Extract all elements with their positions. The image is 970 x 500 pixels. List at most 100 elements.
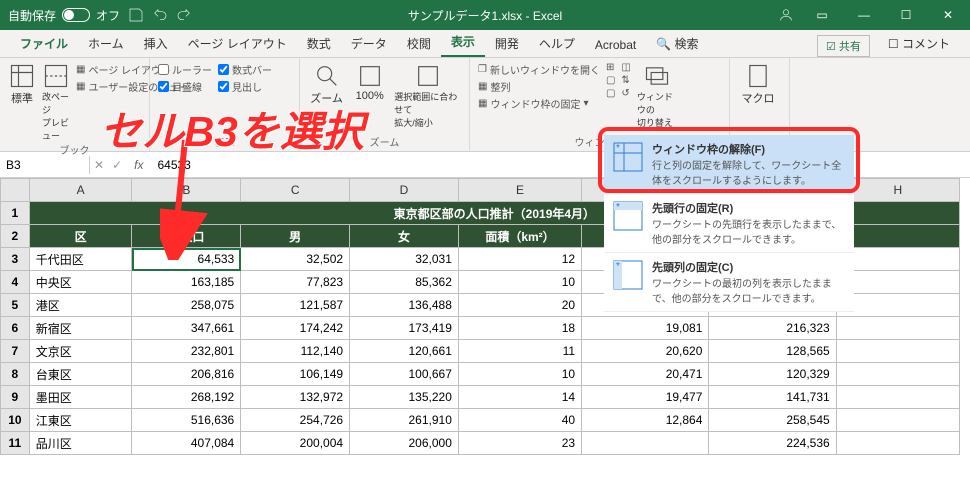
undo-icon[interactable] <box>152 7 168 23</box>
page-break-button[interactable]: 改ページ プレビュー <box>42 62 70 142</box>
cell[interactable]: 261,910 <box>350 409 459 432</box>
cell[interactable]: 254,726 <box>241 409 350 432</box>
col-header[interactable]: A <box>29 179 132 202</box>
reset-window-button[interactable]: ↺ <box>621 88 630 99</box>
cell[interactable]: 19,081 <box>582 317 709 340</box>
close-button[interactable]: ✕ <box>934 8 962 22</box>
cell[interactable]: 200,004 <box>241 432 350 455</box>
new-window-button[interactable]: ❐ 新しいウィンドウを開く <box>478 62 600 77</box>
formula-bar-check[interactable]: 数式バー <box>218 62 272 77</box>
cell[interactable]: 64,533 <box>132 248 241 271</box>
cell[interactable]: 40 <box>458 409 581 432</box>
header-blank[interactable] <box>836 225 959 248</box>
user-icon[interactable] <box>778 7 794 23</box>
tab-help[interactable]: ヘルプ <box>529 30 585 57</box>
tab-developer[interactable]: 開発 <box>485 30 529 57</box>
cell[interactable]: 20,620 <box>582 340 709 363</box>
col-header[interactable]: H <box>836 179 959 202</box>
cell[interactable]: 品川区 <box>29 432 132 455</box>
cell[interactable]: 20,471 <box>582 363 709 386</box>
cell[interactable]: 千代田区 <box>29 248 132 271</box>
tab-search[interactable]: 🔍 検索 <box>646 30 708 57</box>
unhide-button[interactable]: ▢ <box>606 88 615 99</box>
tab-home[interactable]: ホーム <box>78 30 134 57</box>
col-header[interactable]: D <box>350 179 459 202</box>
row-header[interactable]: 7 <box>1 340 30 363</box>
cell[interactable]: 136,488 <box>350 294 459 317</box>
autosave-toggle[interactable]: 自動保存 オフ <box>8 7 120 24</box>
tab-acrobat[interactable]: Acrobat <box>585 33 646 57</box>
cell[interactable] <box>836 317 959 340</box>
cell[interactable]: 141,731 <box>709 386 836 409</box>
tab-page-layout[interactable]: ページ レイアウト <box>178 30 297 57</box>
hide-button[interactable]: ▢ <box>606 75 615 86</box>
col-header[interactable]: E <box>458 179 581 202</box>
cell[interactable]: 112,140 <box>241 340 350 363</box>
cell[interactable]: 文京区 <box>29 340 132 363</box>
cell[interactable]: 407,084 <box>132 432 241 455</box>
cell[interactable]: 106,149 <box>241 363 350 386</box>
col-header[interactable]: C <box>241 179 350 202</box>
row-header[interactable]: 4 <box>1 271 30 294</box>
cell[interactable] <box>836 386 959 409</box>
macro-button[interactable]: マクロ <box>738 62 778 106</box>
cell[interactable]: 10 <box>458 271 581 294</box>
cell[interactable]: 224,536 <box>709 432 836 455</box>
zoom-selection-button[interactable]: 選択範囲に合わせて 拡大/縮小 <box>394 62 461 129</box>
cell[interactable] <box>836 248 959 271</box>
cell[interactable]: 新宿区 <box>29 317 132 340</box>
row-header[interactable]: 8 <box>1 363 30 386</box>
switch-window-button[interactable]: ウィンドウの 切り替え <box>637 62 677 129</box>
ruler-check[interactable]: ルーラー <box>158 62 212 77</box>
zoom-100-button[interactable]: 100% <box>351 62 388 102</box>
cell[interactable]: 台東区 <box>29 363 132 386</box>
cell[interactable]: 128,565 <box>709 340 836 363</box>
tab-data[interactable]: データ <box>341 30 397 57</box>
cell[interactable]: 19,477 <box>582 386 709 409</box>
cell[interactable]: 墨田区 <box>29 386 132 409</box>
cell[interactable]: 12,864 <box>582 409 709 432</box>
row-header[interactable]: 2 <box>1 225 30 248</box>
row-header[interactable]: 5 <box>1 294 30 317</box>
cell[interactable]: 268,192 <box>132 386 241 409</box>
split-button[interactable]: ⊞ <box>606 62 615 73</box>
unfreeze-panes-item[interactable]: * ウィンドウ枠の解除(F) 行と列の固定を解除して、ワークシート全体をスクロー… <box>604 135 854 194</box>
cell[interactable]: 77,823 <box>241 271 350 294</box>
cell[interactable]: 173,419 <box>350 317 459 340</box>
name-box[interactable]: B3 <box>0 156 90 174</box>
header-ward[interactable]: 区 <box>29 225 132 248</box>
cell[interactable]: 85,362 <box>350 271 459 294</box>
row-header[interactable]: 11 <box>1 432 30 455</box>
tab-file[interactable]: ファイル <box>10 30 78 57</box>
cell[interactable] <box>836 294 959 317</box>
freeze-top-row-item[interactable]: * 先頭行の固定(R) ワークシートの先頭行を表示したままで、他の部分をスクロー… <box>604 194 854 253</box>
header-female[interactable]: 女 <box>350 225 459 248</box>
cell[interactable]: 港区 <box>29 294 132 317</box>
cell[interactable] <box>836 363 959 386</box>
cell[interactable]: 347,661 <box>132 317 241 340</box>
cell[interactable] <box>582 432 709 455</box>
enter-icon[interactable]: ✓ <box>108 158 126 172</box>
arrange-button[interactable]: ▦ 整列 <box>478 79 600 94</box>
cell[interactable]: 206,000 <box>350 432 459 455</box>
cell[interactable]: 120,329 <box>709 363 836 386</box>
cell[interactable]: 11 <box>458 340 581 363</box>
cell[interactable]: 163,185 <box>132 271 241 294</box>
cell[interactable]: 32,502 <box>241 248 350 271</box>
cell[interactable] <box>836 271 959 294</box>
gridlines-check[interactable]: 目盛線 <box>158 79 212 94</box>
tab-insert[interactable]: 挿入 <box>134 30 178 57</box>
cell[interactable] <box>836 340 959 363</box>
select-all-corner[interactable] <box>1 179 30 202</box>
header-area[interactable]: 面積（km²） <box>458 225 581 248</box>
row-header[interactable]: 6 <box>1 317 30 340</box>
freeze-panes-button[interactable]: ▦ ウィンドウ枠の固定 ▾ <box>478 96 600 111</box>
cell[interactable]: 174,242 <box>241 317 350 340</box>
cell[interactable]: 32,031 <box>350 248 459 271</box>
row-header[interactable]: 9 <box>1 386 30 409</box>
cell[interactable]: 232,801 <box>132 340 241 363</box>
cell[interactable]: 10 <box>458 363 581 386</box>
cell[interactable]: 206,816 <box>132 363 241 386</box>
maximize-button[interactable]: ☐ <box>892 8 920 22</box>
ribbon-options-icon[interactable]: ▭ <box>808 8 836 22</box>
